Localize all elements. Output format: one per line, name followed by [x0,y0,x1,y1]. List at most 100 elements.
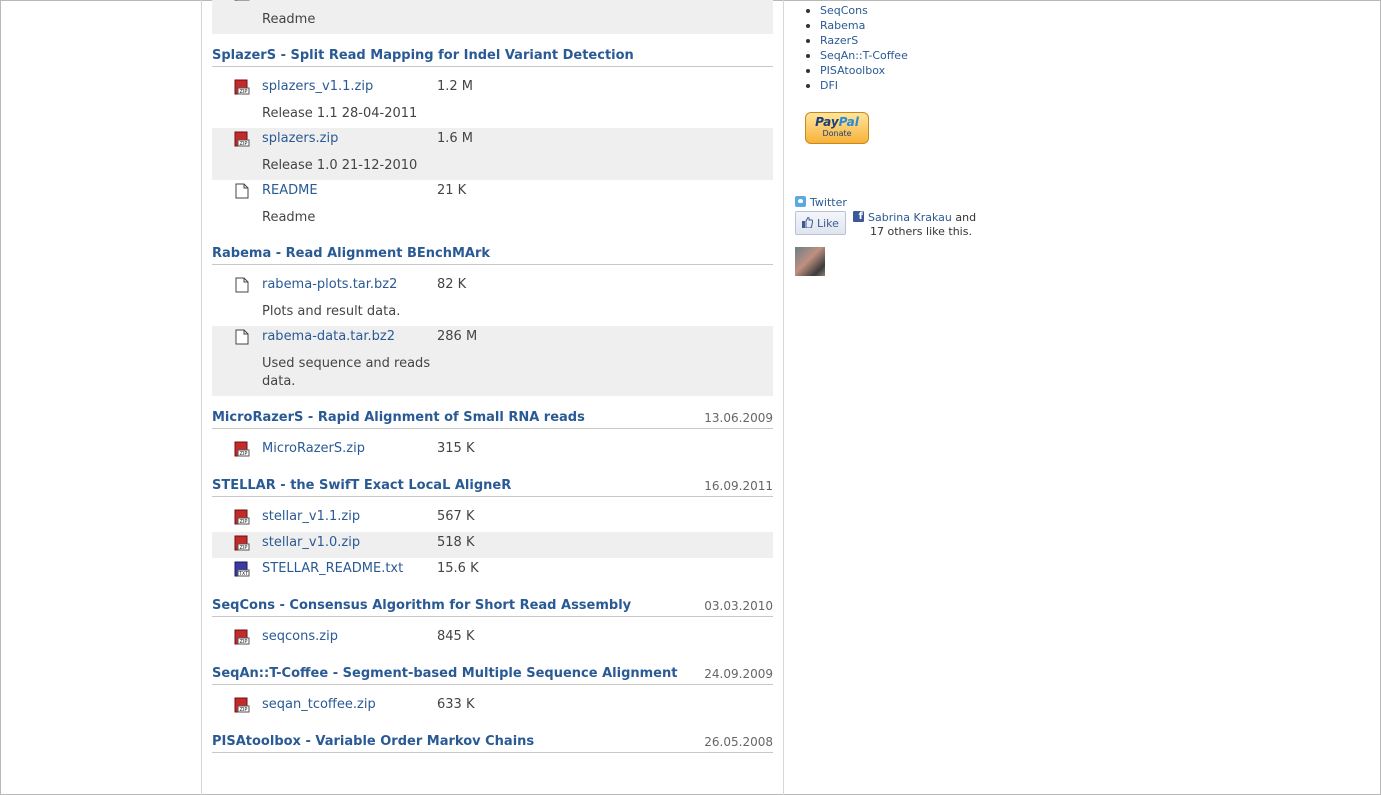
file-row: ZIP splazers.zip 1.6 M Release 1.0 21-12-20… [212,128,773,180]
sidebar-item-pisatoolbox[interactable]: PISAtoolbox [795,63,908,78]
file-link[interactable]: splazers_v1.1.zip [262,79,373,94]
section-splazers: SplazerS - Split Read Mapping for Indel … [212,44,773,232]
sidebar-link-label[interactable]: PISAtoolbox [820,64,885,77]
file-link[interactable]: STELLAR_README.txt [262,561,403,576]
svg-text:TXT: TXT [238,571,249,577]
sidebar-item-rabema[interactable]: Rabema [795,18,908,33]
txt-file-icon[interactable]: TXT [234,0,250,1]
fb-and-text: and [955,211,977,224]
section-stellar: STELLAR - the SwifT Exact LocaL AligneR 1… [212,474,773,584]
facebook-like-button[interactable]: Like [795,211,846,235]
section-title[interactable]: MicroRazerS - Rapid Alignment of Small R… [212,410,585,425]
file-link[interactable]: seqan_tcoffee.zip [262,697,376,712]
sidebar-link-label[interactable]: SeqCons [820,4,868,17]
facebook-like-summary: Sabrina Krakau and 17 others like this. [853,210,993,239]
section-title[interactable]: Rabema - Read Alignment BEnchMArk [212,246,490,261]
sidebar-link-label[interactable]: Rabema [820,19,865,32]
svg-text:TXT: TXT [238,0,249,1]
section-readme-top: TXTReadme.txt16.0 KReadme [212,0,773,34]
section-header: SeqCons - Consensus Algorithm for Short … [212,594,773,617]
section-microrazers: MicroRazerS - Rapid Alignment of Small R… [212,406,773,464]
document-icon[interactable] [234,329,250,345]
section-title[interactable]: STELLAR - the SwifT Exact LocaL AligneR [212,478,511,493]
file-row: rabema-plots.tar.bz2 82 K Plots and result… [212,274,773,326]
zip-file-icon[interactable]: ZIP [234,697,250,713]
section-pisatoolbox: PISAtoolbox - Variable Order Markov Chai… [212,730,773,762]
file-row: rabema-data.tar.bz2 286 M Used sequence an… [212,326,773,396]
file-row: ZIP stellar_v1.0.zip 518 K [212,532,773,558]
section-header: SplazerS - Split Read Mapping for Indel … [212,44,773,67]
document-icon[interactable] [234,183,250,199]
section-header: PISAtoolbox - Variable Order Markov Chai… [212,730,773,753]
section-date: 24.09.2009 [704,667,773,681]
zip-file-icon[interactable]: ZIP [234,79,250,95]
txt-file-icon[interactable]: TXT [234,561,250,577]
sidebar-link-label[interactable]: RazerS [820,34,858,47]
file-link[interactable]: splazers.zip [262,131,338,146]
document-icon[interactable] [234,277,250,293]
file-description: Release 1.0 21-12-2010 [262,158,418,173]
file-row: TXT STELLAR_README.txt 15.6 K [212,558,773,584]
section-title[interactable]: SeqAn::T-Coffee - Segment-based Multiple… [212,666,677,681]
file-size: 1.2 M [437,79,474,94]
section-rabema: Rabema - Read Alignment BEnchMArk rabema-… [212,242,773,396]
file-description: Readme [262,12,316,27]
section-date: 13.06.2009 [704,411,773,425]
sidebar-item-razers[interactable]: RazerS [795,33,908,48]
file-link[interactable]: seqcons.zip [262,629,338,644]
facebook-friend-link[interactable]: Sabrina Krakau [868,211,952,224]
sidebar-item-seqcons[interactable]: SeqCons [795,3,908,18]
file-size: 15.6 K [437,561,479,576]
section-header: SeqAn::T-Coffee - Segment-based Multiple… [212,662,773,685]
file-link[interactable]: MicroRazerS.zip [262,441,365,456]
file-row: TXTReadme.txt16.0 KReadme [212,0,773,34]
zip-file-icon[interactable]: ZIP [234,131,250,147]
facebook-icon [853,210,864,224]
file-size: 21 K [437,183,467,198]
file-description: Readme [262,210,316,225]
file-link[interactable]: stellar_v1.0.zip [262,535,360,550]
file-description: Used sequence and reads data. [262,356,431,389]
project-link-list: SeqCons Rabema RazerS SeqAn::T-Coffee PI… [795,3,908,93]
section-title[interactable]: SeqCons - Consensus Algorithm for Short … [212,598,631,613]
donate-label: Donate [822,129,852,138]
zip-file-icon[interactable]: ZIP [234,441,250,457]
section-header: MicroRazerS - Rapid Alignment of Small R… [212,406,773,429]
section-title[interactable]: PISAtoolbox - Variable Order Markov Chai… [212,734,534,749]
sidebar-link-label[interactable]: DFI [820,79,838,92]
sidebar-item-dfi[interactable]: DFI [795,78,908,93]
section-title[interactable]: SplazerS - Split Read Mapping for Indel … [212,48,634,63]
file-link[interactable]: rabema-plots.tar.bz2 [262,277,397,292]
sidebar-link-label[interactable]: SeqAn::T-Coffee [820,49,908,62]
section-header: STELLAR - the SwifT Exact LocaL AligneR 1… [212,474,773,497]
file-link[interactable]: rabema-data.tar.bz2 [262,329,395,344]
twitter-icon [795,196,806,207]
twitter-label[interactable]: Twitter [810,196,847,209]
zip-file-icon[interactable]: ZIP [234,629,250,645]
svg-text:ZIP: ZIP [240,451,248,457]
paypal-donate-button[interactable]: PayPal Donate [805,112,869,144]
file-row: ZIP stellar_v1.1.zip 567 K [212,506,773,532]
svg-text:ZIP: ZIP [240,89,248,95]
svg-text:ZIP: ZIP [240,545,248,551]
file-size: 1.6 M [437,131,474,146]
file-link[interactable]: README [262,183,318,198]
avatar[interactable] [795,247,825,276]
sidebar-item-tcoffee[interactable]: SeqAn::T-Coffee [795,48,908,63]
paypal-logo: PayPal [815,115,859,129]
file-row: README 21 K Readme [212,180,773,232]
file-size: 845 K [437,629,475,644]
twitter-link[interactable]: Twitter [795,196,847,209]
section-date: 03.03.2010 [704,599,773,613]
fb-others-text: 17 others like this. [870,225,972,238]
file-size: 82 K [437,277,467,292]
zip-file-icon[interactable]: ZIP [234,509,250,525]
file-link[interactable]: stellar_v1.1.zip [262,509,360,524]
content-border-right [783,0,784,795]
file-size: 315 K [437,441,475,456]
zip-file-icon[interactable]: ZIP [234,535,250,551]
file-row: ZIP splazers_v1.1.zip 1.2 M Release 1.1 28-… [212,76,773,128]
svg-text:ZIP: ZIP [240,141,248,147]
section-date: 26.05.2008 [704,735,773,749]
file-size: 518 K [437,535,475,550]
